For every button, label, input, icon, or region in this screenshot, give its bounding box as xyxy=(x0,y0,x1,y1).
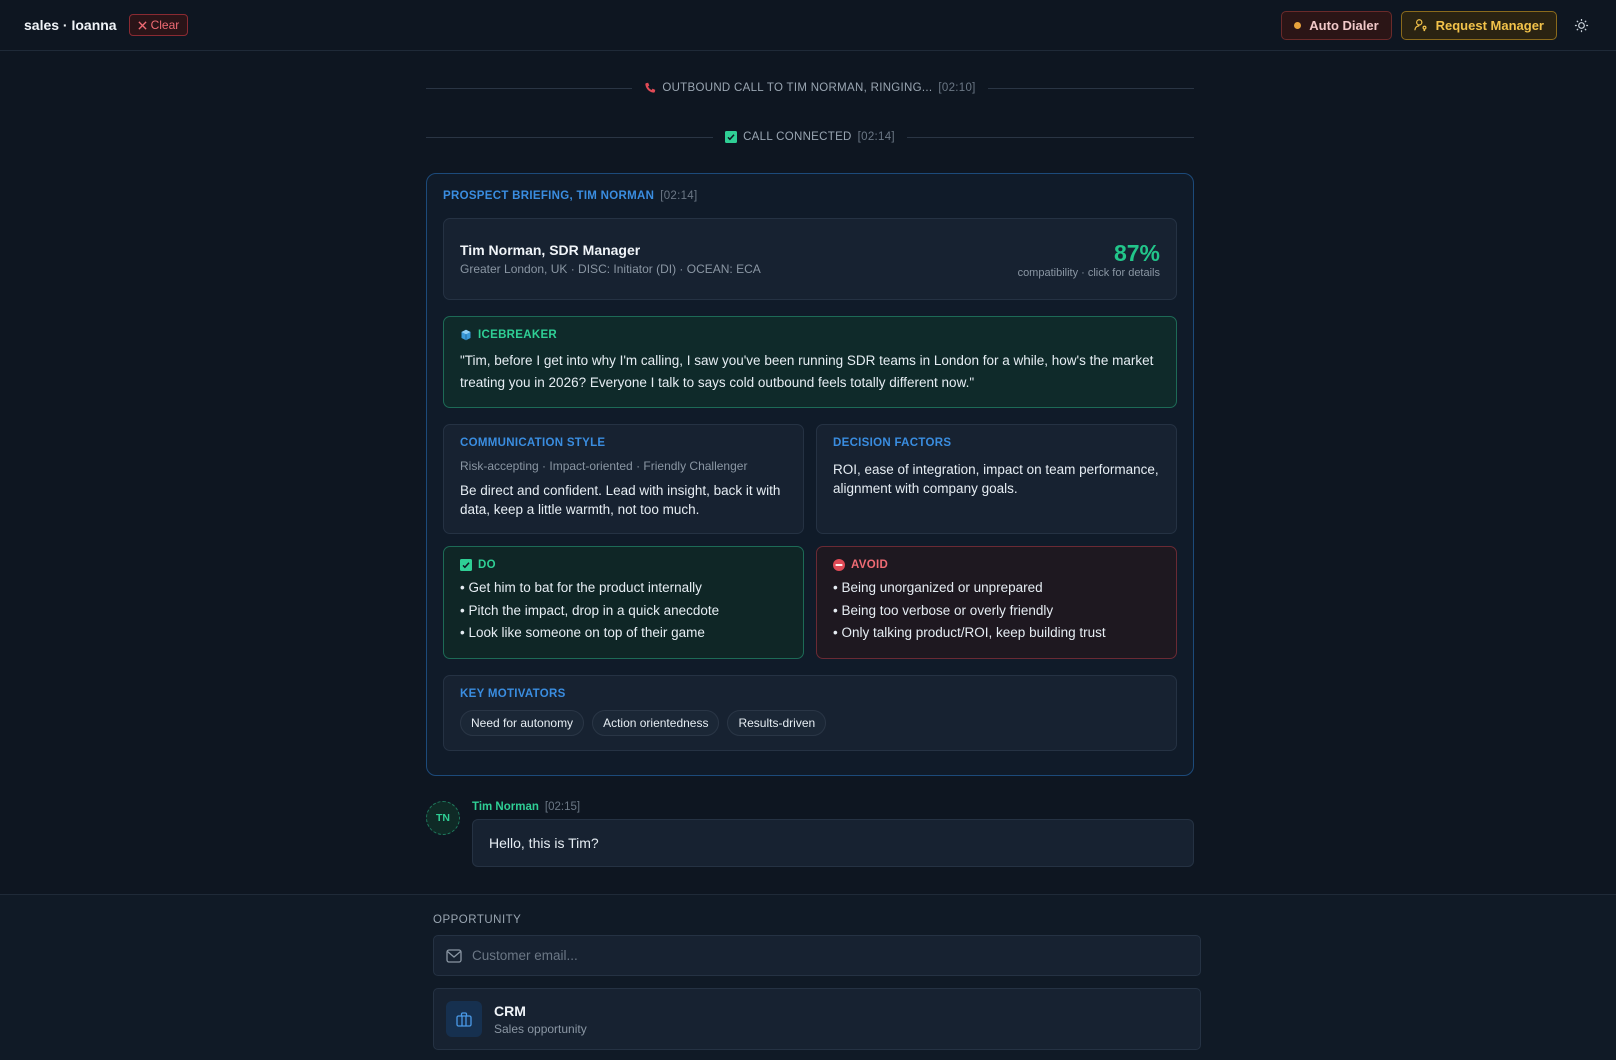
avoid-label-text: AVOID xyxy=(851,559,889,571)
decision-factors-panel: DECISION FACTORS ROI, ease of integratio… xyxy=(816,424,1177,534)
motivator-chip: Results-driven xyxy=(727,710,827,736)
communication-style-tags: Risk-accepting · Impact-oriented · Frien… xyxy=(460,459,748,473)
avatar: TN xyxy=(426,801,460,835)
phone-icon xyxy=(645,82,656,93)
message-meta: Tim Norman [02:15] xyxy=(472,801,1194,813)
key-motivators-label: KEY MOTIVATORS xyxy=(460,688,566,700)
avoid-item: • Only talking product/ROI, keep buildin… xyxy=(833,625,1106,640)
communication-style-label: COMMUNICATION STYLE xyxy=(460,437,606,449)
clear-button[interactable]: Clear xyxy=(128,14,189,36)
compatibility-hint: compatibility · click for details xyxy=(1017,266,1160,279)
briefing-title: PROSPECT BRIEFING, TIM NORMAN [02:14] xyxy=(443,190,1177,202)
compatibility-score[interactable]: 87% compatibility · click for details xyxy=(1018,240,1160,279)
key-motivators-panel: KEY MOTIVATORS Need for autonomy Action … xyxy=(443,675,1177,751)
prospect-profile[interactable]: Tim Norman, SDR Manager Greater London, … xyxy=(443,218,1177,300)
do-avoid-row: DO • Get him to bat for the product inte… xyxy=(443,546,1177,659)
avoid-item: • Being unorganized or unprepared xyxy=(833,580,1043,595)
header-actions: Auto Dialer Request Manager xyxy=(1281,10,1592,40)
opportunity-panel: OPPORTUNITY CRM Sales opportunity xyxy=(0,894,1616,1060)
icebreaker-text: "Tim, before I get into why I'm calling,… xyxy=(460,353,1154,390)
avoid-panel: AVOID • Being unorganized or unprepared … xyxy=(816,546,1177,659)
outbound-call-text: OUTBOUND CALL TO TIM NORMAN, RINGING... xyxy=(662,82,933,94)
divider xyxy=(987,87,1194,89)
clear-label: Clear xyxy=(150,18,180,32)
briefcase-icon xyxy=(446,1001,482,1037)
call-connected-event: CALL CONNECTED [02:14] xyxy=(426,129,1195,145)
sun-icon xyxy=(1574,18,1588,32)
request-manager-label: Request Manager xyxy=(1435,17,1544,33)
insights-row: COMMUNICATION STYLE Risk-accepting · Imp… xyxy=(443,424,1177,534)
auto-dialer-label: Auto Dialer xyxy=(1309,17,1379,33)
avoid-list: • Being unorganized or unprepared • Bein… xyxy=(833,577,1160,645)
close-icon xyxy=(138,20,147,30)
ice-cube-icon xyxy=(461,329,471,341)
request-manager-button[interactable]: Request Manager xyxy=(1400,10,1557,40)
no-entry-icon xyxy=(833,559,845,571)
call-connected-time: [02:14] xyxy=(857,131,895,143)
message-bubble: Hello, this is Tim? xyxy=(472,819,1194,867)
briefing-time: [02:14] xyxy=(660,190,698,202)
decision-factors-text: ROI, ease of integration, impact on team… xyxy=(833,462,1159,496)
decision-factors-label: DECISION FACTORS xyxy=(833,437,952,449)
do-label: DO xyxy=(460,559,787,571)
motivator-chips: Need for autonomy Action orientedness Re… xyxy=(460,710,1160,736)
icebreaker-label: ICEBREAKER xyxy=(460,329,1160,341)
compatibility-percent: 87% xyxy=(1113,239,1160,266)
divider xyxy=(906,136,1195,138)
do-item: • Pitch the impact, drop in a quick anec… xyxy=(460,602,720,618)
status-dot-icon xyxy=(1294,21,1302,29)
prospect-name: Tim Norman, SDR Manager xyxy=(460,242,641,258)
outbound-call-event: OUTBOUND CALL TO TIM NORMAN, RINGING... … xyxy=(426,80,1194,96)
avoid-label: AVOID xyxy=(833,559,1160,571)
mail-icon xyxy=(446,948,462,963)
prospect-briefing-card: PROSPECT BRIEFING, TIM NORMAN [02:14] Tim… xyxy=(426,173,1194,776)
customer-email-input[interactable] xyxy=(472,948,1188,963)
avoid-item: • Being too verbose or overly friendly xyxy=(833,602,1054,618)
divider xyxy=(426,136,714,138)
icebreaker-panel: ICEBREAKER "Tim, before I get into why I… xyxy=(443,316,1177,408)
crm-opportunity-card[interactable]: CRM Sales opportunity xyxy=(433,988,1201,1050)
do-item: • Get him to bat for the product interna… xyxy=(460,580,702,595)
message-author: Tim Norman xyxy=(472,801,539,813)
communication-style-panel: COMMUNICATION STYLE Risk-accepting · Imp… xyxy=(443,424,804,534)
auto-dialer-button[interactable]: Auto Dialer xyxy=(1281,10,1392,40)
crm-title: CRM xyxy=(494,1002,526,1019)
top-bar: sales · Ioanna Clear Auto Dialer Request… xyxy=(0,0,1616,51)
do-panel: DO • Get him to bat for the product inte… xyxy=(443,546,804,659)
prospect-meta: Greater London, UK · DISC: Initiator (DI… xyxy=(460,262,761,276)
opportunity-label: OPPORTUNITY xyxy=(433,914,522,926)
check-box-icon xyxy=(725,131,738,143)
transcript-message: TN Tim Norman [02:15] Hello, this is Tim? xyxy=(426,801,1194,867)
message-time: [02:15] xyxy=(544,801,581,813)
call-connected-text: CALL CONNECTED xyxy=(743,131,852,143)
do-item: • Look like someone on top of their game xyxy=(460,625,705,640)
crm-subtitle: Sales opportunity xyxy=(494,1021,587,1036)
outbound-call-time: [02:10] xyxy=(938,82,976,94)
check-box-icon xyxy=(460,559,472,571)
motivator-chip: Action orientedness xyxy=(592,710,720,736)
message-body: Tim Norman [02:15] Hello, this is Tim? xyxy=(472,801,1194,867)
motivator-chip: Need for autonomy xyxy=(460,710,585,736)
do-label-text: DO xyxy=(478,559,496,571)
customer-email-field[interactable] xyxy=(433,935,1201,976)
outbound-call-label: OUTBOUND CALL TO TIM NORMAN, RINGING... … xyxy=(644,82,975,94)
call-connected-label: CALL CONNECTED [02:14] xyxy=(725,131,895,143)
briefing-title-text: PROSPECT BRIEFING, TIM NORMAN xyxy=(443,190,655,202)
divider xyxy=(426,87,633,89)
theme-toggle[interactable] xyxy=(1570,14,1592,36)
app-title: sales · Ioanna xyxy=(24,17,117,33)
icebreaker-label-text: ICEBREAKER xyxy=(478,329,558,341)
do-list: • Get him to bat for the product interna… xyxy=(460,577,787,645)
user-key-icon xyxy=(1413,19,1427,32)
communication-style-text: Be direct and confident. Lead with insig… xyxy=(460,483,781,517)
